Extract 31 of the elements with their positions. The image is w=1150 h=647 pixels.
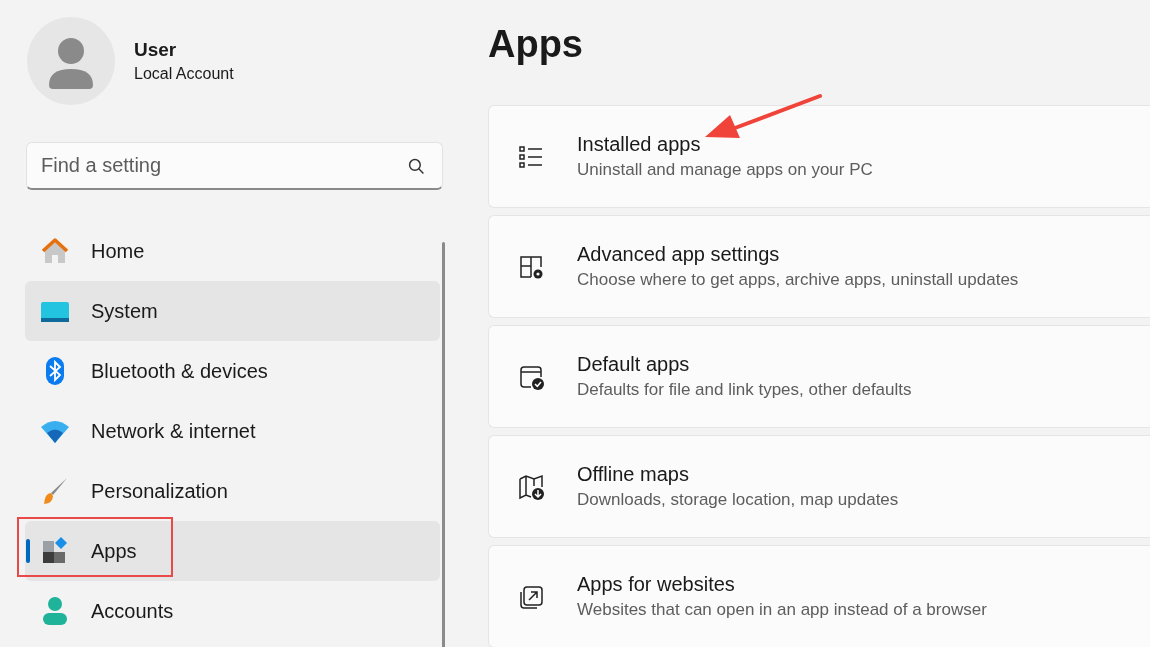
nav-item[interactable]: Home [25, 221, 440, 281]
card-subtitle: Choose where to get apps, archive apps, uninstall updates [577, 270, 1019, 290]
settings-card[interactable]: Default apps Defaults for file and link types, other defaults [488, 325, 1150, 428]
avatar-icon [27, 17, 115, 105]
card-title: Installed apps [577, 133, 702, 156]
nav-item[interactable]: Apps [25, 521, 440, 581]
account-type: Local Account [134, 65, 234, 83]
card-title: Apps for websites [577, 573, 736, 596]
card-title: Offline maps [577, 463, 690, 486]
search-field[interactable]: Find a setting [26, 142, 443, 190]
card-subtitle: Websites that can open in an app instead of a browser [577, 600, 987, 620]
nav-item[interactable]: Accounts [25, 581, 440, 641]
settings-card[interactable]: Advanced app settings Choose where to get apps, archive apps, uninstall updates [488, 215, 1150, 318]
card-subtitle: Downloads, storage location, map updates [577, 490, 899, 510]
settings-card[interactable]: Offline maps Downloads, storage location, map updates [488, 435, 1150, 538]
card-title: Default apps [577, 353, 691, 376]
nav-item[interactable]: Bluetooth & devices [25, 341, 440, 401]
card-subtitle: Defaults for file and link types, other defaults [577, 380, 912, 400]
search-icon [408, 158, 425, 175]
page-title: Apps [488, 22, 584, 67]
nav-item[interactable]: Network & internet [25, 401, 440, 461]
card-title: Advanced app settings [577, 243, 781, 266]
settings-card[interactable]: Apps for websites Websites that can open in an app instead of a browser [488, 545, 1150, 647]
account-name: User [134, 39, 178, 61]
nav-item[interactable]: System [25, 281, 440, 341]
scrollbar[interactable] [442, 242, 445, 647]
card-subtitle: Uninstall and manage apps on your PC [577, 160, 873, 180]
map-download-icon [517, 472, 545, 501]
selection-indicator [26, 539, 30, 563]
nav-item[interactable]: Personalization [25, 461, 440, 521]
settings-card[interactable]: Installed apps Uninstall and manage apps on your PC [488, 105, 1150, 208]
